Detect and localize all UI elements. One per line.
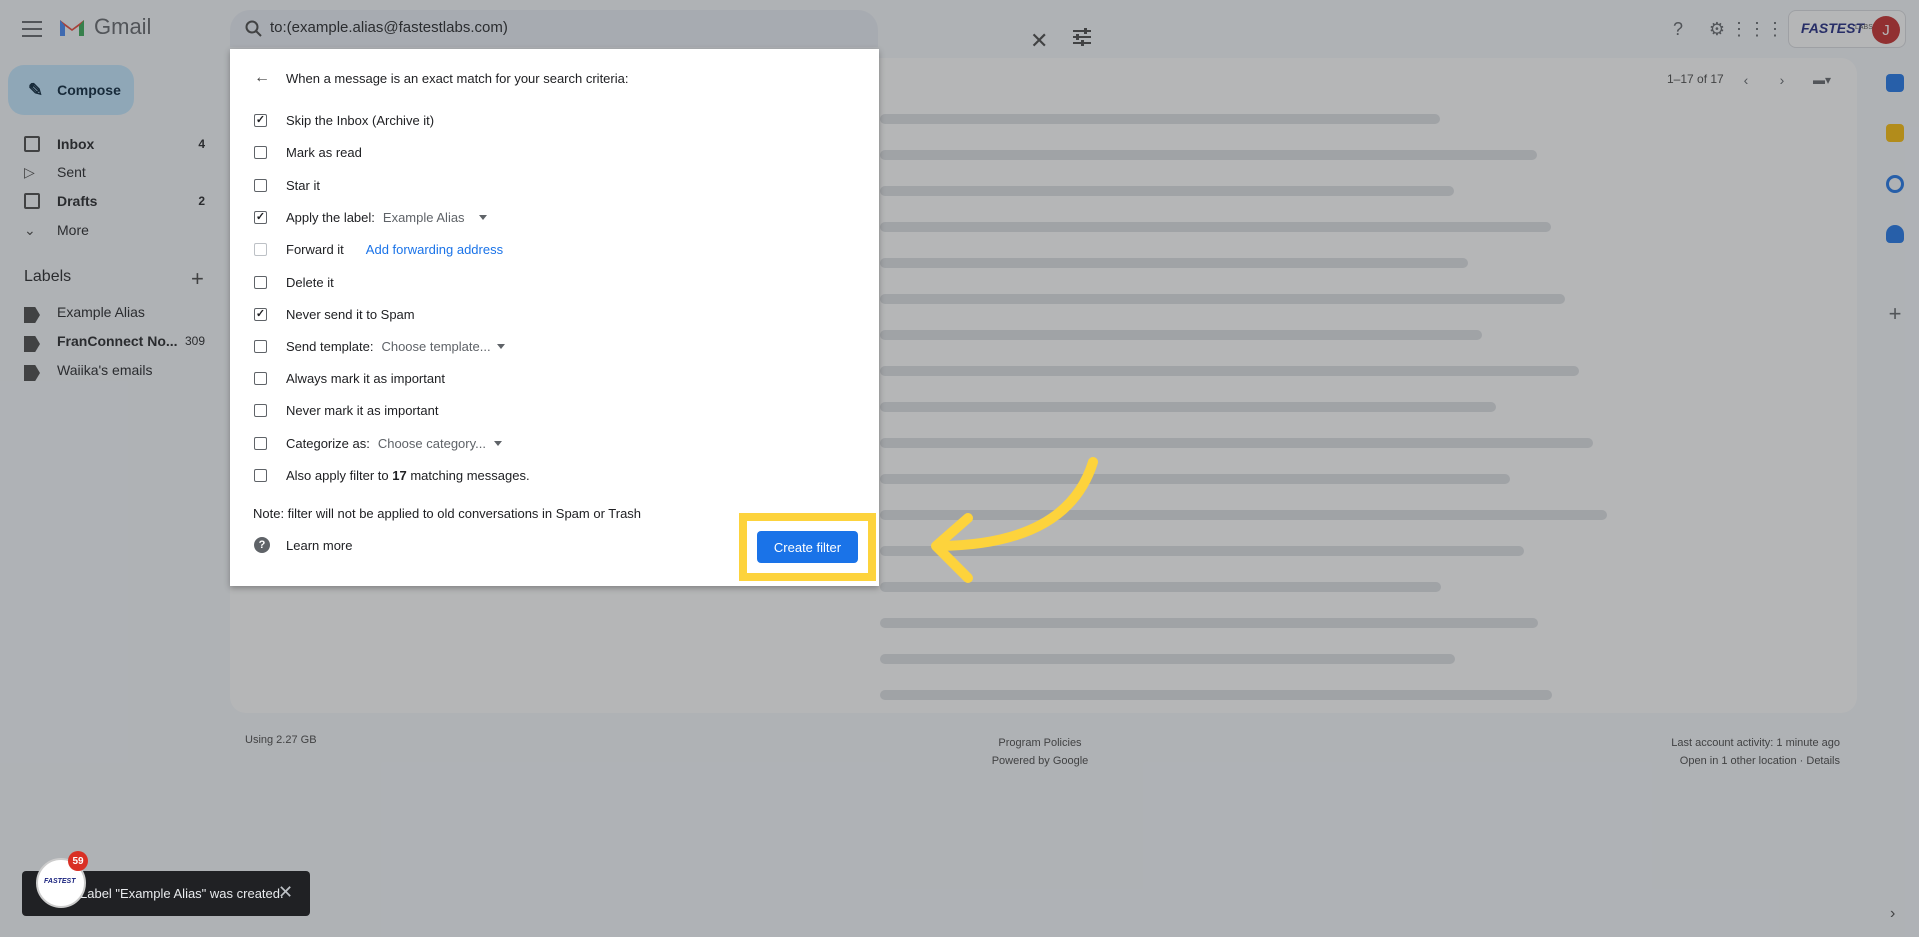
option-skip-inbox[interactable]: Skip the Inbox (Archive it) [254, 109, 434, 131]
add-forwarding-address-link[interactable]: Add forwarding address [366, 242, 503, 257]
also-apply-checkbox[interactable] [254, 468, 267, 482]
option-star[interactable]: Star it [254, 174, 320, 196]
option-send-template[interactable]: Send template: Choose template... [254, 335, 505, 357]
delete-checkbox[interactable] [254, 275, 267, 289]
dropdown-caret-icon [496, 343, 505, 349]
always-important-checkbox[interactable] [254, 371, 267, 385]
option-label: Send template: [286, 338, 374, 354]
dialog-header: ← When a message is an exact match for y… [254, 70, 628, 86]
option-label: Always mark it as important [286, 370, 445, 386]
option-also-apply[interactable]: Also apply filter to 17 matching message… [254, 464, 530, 486]
option-label: Apply the label: [286, 209, 375, 225]
star-checkbox[interactable] [254, 178, 267, 192]
category-select-value: Choose category... [377, 435, 486, 451]
option-label: Never send it to Spam [286, 306, 415, 322]
option-label: Never mark it as important [286, 402, 439, 418]
never-important-checkbox[interactable] [254, 403, 267, 417]
forward-checkbox[interactable] [254, 242, 267, 256]
option-mark-read[interactable]: Mark as read [254, 141, 362, 163]
option-apply-label[interactable]: Apply the label: Example Alias [254, 206, 487, 228]
option-never-important[interactable]: Never mark it as important [254, 399, 438, 421]
matching-count: 17 [392, 467, 407, 483]
option-forward[interactable]: Forward it Add forwarding address [254, 238, 503, 260]
option-label: Mark as read [286, 144, 362, 160]
category-select[interactable]: Choose category... [378, 436, 502, 451]
option-label: Delete it [286, 274, 334, 290]
option-label: Also apply filter to [286, 467, 389, 483]
dropdown-caret-icon [478, 214, 487, 220]
option-label: Skip the Inbox (Archive it) [286, 112, 435, 128]
template-select[interactable]: Choose template... [381, 338, 505, 354]
learn-more-row[interactable]: ? Learn more [254, 537, 352, 553]
dropdown-caret-icon [493, 440, 502, 446]
pointer-arrow-icon [931, 457, 1098, 583]
learn-more-link[interactable]: Learn more [286, 538, 352, 553]
snackbar-message: Label "Example Alias" was created. [80, 886, 284, 901]
dialog-heading: When a message is an exact match for you… [286, 70, 629, 86]
mark-read-checkbox[interactable] [254, 145, 267, 159]
send-template-checkbox[interactable] [254, 339, 267, 353]
help-circle-icon: ? [254, 537, 270, 553]
create-filter-button[interactable]: Create filter [757, 531, 858, 563]
label-select-value: Example Alias [382, 209, 465, 225]
skip-inbox-checkbox[interactable] [254, 113, 267, 127]
filter-note: Note: filter will not be applied to old … [253, 506, 642, 521]
notification-badge: 59 [68, 851, 88, 871]
option-always-important[interactable]: Always mark it as important [254, 367, 445, 389]
option-label: Categorize as: [286, 435, 370, 451]
bubble-brand: FASTEST [44, 878, 76, 885]
filter-dialog: ← When a message is an exact match for y… [230, 49, 879, 586]
option-delete[interactable]: Delete it [254, 271, 334, 293]
option-label: Star it [286, 177, 320, 193]
label-select[interactable]: Example Alias [383, 210, 487, 225]
close-snackbar-icon[interactable]: ✕ [278, 882, 293, 903]
categorize-checkbox[interactable] [254, 436, 267, 450]
never-spam-checkbox[interactable] [254, 307, 267, 321]
option-label-suffix: matching messages. [410, 467, 530, 483]
option-never-spam[interactable]: Never send it to Spam [254, 303, 415, 325]
apply-label-checkbox[interactable] [254, 210, 267, 224]
option-label: Forward it [286, 241, 344, 257]
option-categorize[interactable]: Categorize as: Choose category... [254, 432, 502, 454]
template-select-value: Choose template... [381, 338, 491, 354]
back-arrow-icon[interactable]: ← [254, 70, 270, 86]
